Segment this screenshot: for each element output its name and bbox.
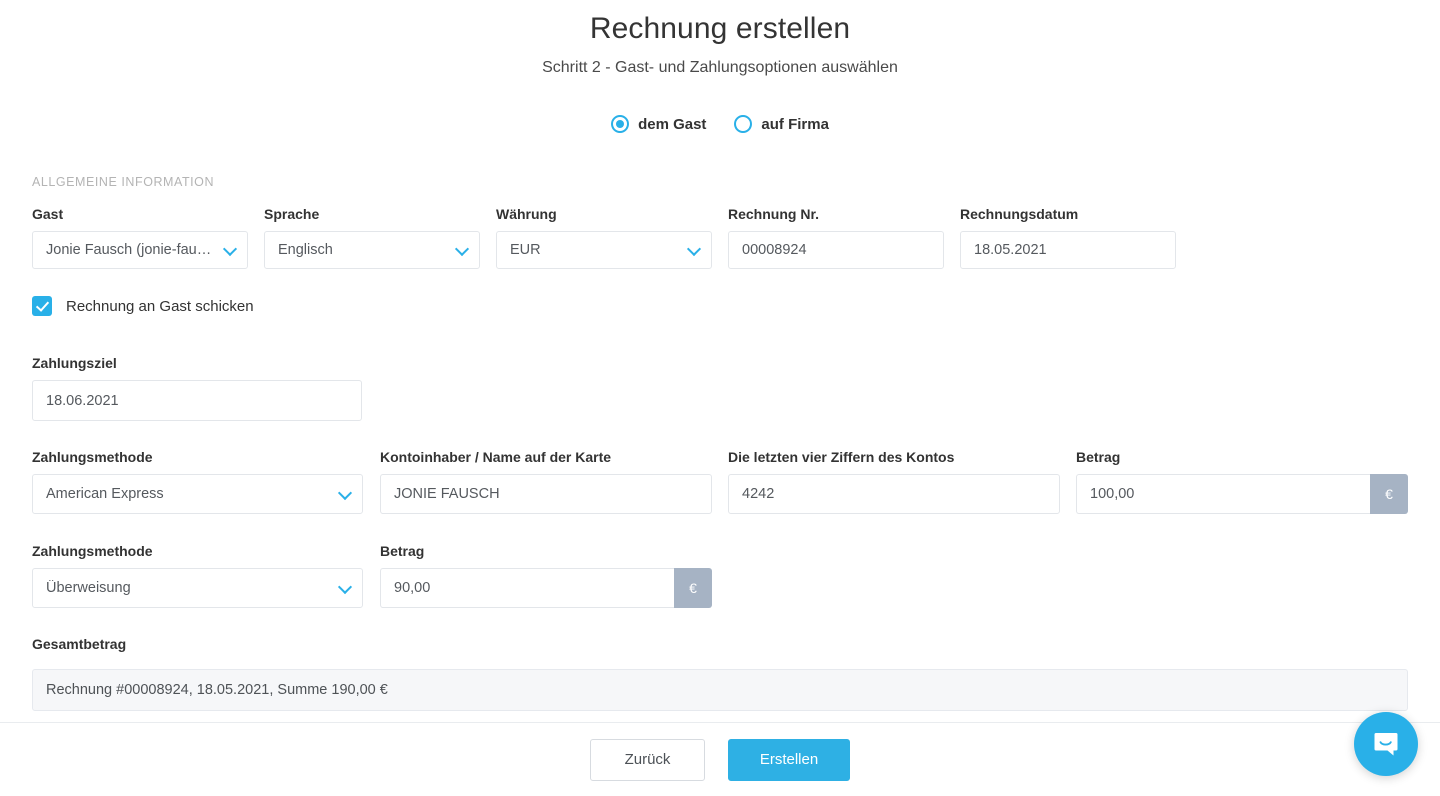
total-summary-text: Rechnung #00008924, 18.05.2021, Summe 19… <box>46 682 388 698</box>
payment-method-select-1[interactable]: American Express <box>32 474 363 514</box>
field-amount-1: Betrag 100,00 € <box>1076 449 1408 514</box>
field-guest: Gast Jonie Fausch (jonie-fau… <box>32 206 248 269</box>
page-title: Rechnung erstellen <box>589 12 851 45</box>
label-payment-method-1: Zahlungsmethode <box>32 449 153 465</box>
field-amount-2: Betrag 90,00 € <box>380 543 712 608</box>
field-total: Gesamtbetrag <box>32 636 126 661</box>
account-holder-input[interactable]: JONIE FAUSCH <box>380 474 712 514</box>
amount-input-2[interactable]: 90,00 <box>380 568 674 608</box>
field-invoice-number: Rechnung Nr. 00008924 <box>728 206 944 269</box>
amount-input-1[interactable]: 100,00 <box>1076 474 1370 514</box>
total-summary-box: Rechnung #00008924, 18.05.2021, Summe 19… <box>32 669 1408 711</box>
currency-suffix-1: € <box>1370 474 1408 514</box>
payment-method-value-2: Überweisung <box>46 580 131 596</box>
last-four-digits-value: 4242 <box>742 486 775 502</box>
label-payment-method-2: Zahlungsmethode <box>32 543 153 559</box>
create-invoice-page: Rechnung erstellen Schritt 2 - Gast- und… <box>0 0 1440 796</box>
guest-select-value: Jonie Fausch (jonie-fau… <box>46 242 212 258</box>
due-date-value: 18.06.2021 <box>46 392 119 409</box>
field-payment-method-2: Zahlungsmethode Überweisung <box>32 543 363 608</box>
back-button[interactable]: Zurück <box>590 738 705 781</box>
recipient-radio-group: dem Gast auf Firma <box>0 115 1440 133</box>
chevron-down-icon <box>222 241 238 257</box>
invoice-date-input[interactable]: 18.05.2021 <box>960 231 1176 269</box>
guest-select[interactable]: Jonie Fausch (jonie-fau… <box>32 231 248 269</box>
label-currency: Währung <box>496 206 557 222</box>
chat-launcher-button[interactable] <box>1354 712 1418 776</box>
currency-suffix-2: € <box>674 568 712 608</box>
radio-label-guest: dem Gast <box>638 115 707 133</box>
field-last-four-digits: Die letzten vier Ziffern des Kontos 4242 <box>728 449 1060 514</box>
chevron-down-icon <box>337 579 353 595</box>
radio-selected-icon[interactable] <box>611 115 630 133</box>
page-subtitle: Schritt 2 - Gast- und Zahlungsoptionen a… <box>542 59 898 76</box>
amount-value-1: 100,00 <box>1090 486 1135 502</box>
language-select-value: Englisch <box>278 242 333 258</box>
label-account-holder: Kontoinhaber / Name auf der Karte <box>380 449 612 465</box>
footer-actions: Zurück Erstellen <box>0 723 1440 796</box>
chat-bubble-icon <box>1374 733 1398 756</box>
checkbox-checked-icon[interactable] <box>32 296 52 316</box>
account-holder-value: JONIE FAUSCH <box>394 486 500 502</box>
label-last-four-digits: Die letzten vier Ziffern des Kontos <box>728 449 955 465</box>
invoice-date-value: 18.05.2021 <box>974 242 1047 258</box>
last-four-digits-input[interactable]: 4242 <box>728 474 1060 514</box>
chevron-down-icon <box>686 241 702 257</box>
invoice-number-input[interactable]: 00008924 <box>728 231 944 269</box>
field-language: Sprache Englisch <box>264 206 480 269</box>
chevron-down-icon <box>337 485 353 501</box>
field-payment-method-1: Zahlungsmethode American Express <box>32 449 363 514</box>
payment-method-select-2[interactable]: Überweisung <box>32 568 363 608</box>
amount-input-group-2: 90,00 € <box>380 568 712 608</box>
label-language: Sprache <box>264 206 320 222</box>
label-invoice-date: Rechnungsdatum <box>960 206 1079 222</box>
label-invoice-number: Rechnung Nr. <box>728 206 820 222</box>
send-invoice-to-guest-checkbox[interactable]: Rechnung an Gast schicken <box>32 296 254 316</box>
radio-option-guest[interactable]: dem Gast <box>611 115 706 133</box>
payment-method-value-1: American Express <box>46 486 164 502</box>
amount-value-2: 90,00 <box>394 580 431 596</box>
field-invoice-date: Rechnungsdatum 18.05.2021 <box>960 206 1176 269</box>
language-select[interactable]: Englisch <box>264 231 480 269</box>
chevron-down-icon <box>454 241 470 257</box>
send-invoice-to-guest-label: Rechnung an Gast schicken <box>66 297 254 315</box>
label-amount-2: Betrag <box>380 543 425 559</box>
label-guest: Gast <box>32 206 64 222</box>
amount-input-group-1: 100,00 € <box>1076 474 1408 514</box>
field-account-holder: Kontoinhaber / Name auf der Karte JONIE … <box>380 449 712 514</box>
invoice-number-value: 00008924 <box>742 242 807 258</box>
field-currency: Währung EUR <box>496 206 712 269</box>
section-label-general-information: ALLGEMEINE INFORMATION <box>32 175 215 189</box>
currency-select-value: EUR <box>510 242 541 258</box>
field-due-date: Zahlungsziel 18.06.2021 <box>32 355 362 421</box>
label-amount-1: Betrag <box>1076 449 1121 465</box>
radio-unselected-icon[interactable] <box>734 115 753 133</box>
create-button[interactable]: Erstellen <box>728 738 850 781</box>
radio-label-company: auf Firma <box>761 115 829 133</box>
label-total: Gesamtbetrag <box>32 636 127 652</box>
currency-select[interactable]: EUR <box>496 231 712 269</box>
due-date-input[interactable]: 18.06.2021 <box>32 380 362 421</box>
radio-option-company[interactable]: auf Firma <box>734 115 829 133</box>
label-due-date: Zahlungsziel <box>32 355 117 371</box>
